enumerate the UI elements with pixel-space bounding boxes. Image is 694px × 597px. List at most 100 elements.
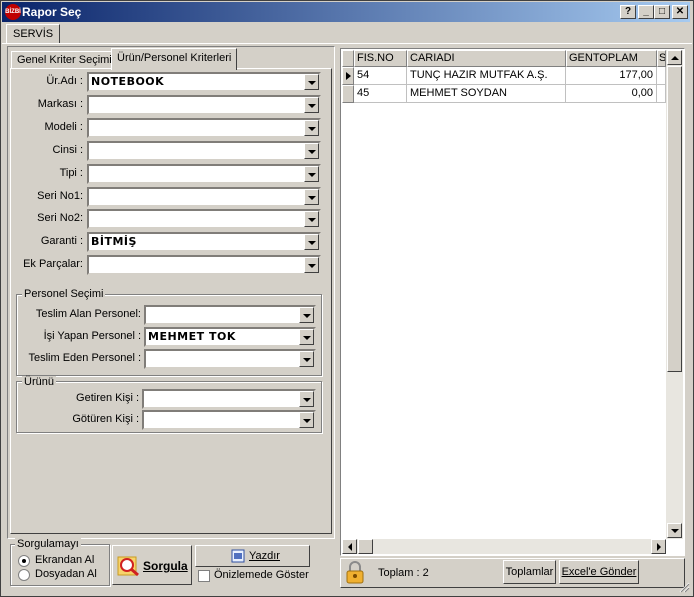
- close-button[interactable]: ✕: [672, 5, 688, 19]
- cell-s: [657, 85, 666, 103]
- col-header-fis-no[interactable]: FIS.NO: [354, 50, 407, 67]
- lock-icon: [346, 561, 364, 584]
- row-indicator[interactable]: [342, 67, 354, 85]
- filter-warranty-label: Garanti :: [40, 235, 83, 247]
- query-button-label: Sorgula: [143, 559, 188, 573]
- radio-from-file[interactable]: [18, 569, 30, 581]
- field-brought-by-combo[interactable]: [142, 389, 316, 409]
- filter-kind-label: Cinsi :: [52, 144, 83, 156]
- chevron-down-icon[interactable]: [304, 257, 319, 273]
- filter-extra-parts-combo[interactable]: [87, 255, 321, 275]
- totals-button[interactable]: Toplamlar: [503, 560, 556, 584]
- chevron-down-icon[interactable]: [304, 120, 319, 136]
- minimize-button[interactable]: _: [638, 5, 654, 19]
- chevron-down-icon[interactable]: [304, 166, 319, 182]
- scroll-right-button[interactable]: [651, 539, 666, 554]
- chevron-down-icon[interactable]: [299, 307, 314, 323]
- filter-serial-no1-label: Seri No1:: [37, 190, 83, 202]
- print-button[interactable]: Yazdır: [195, 545, 310, 567]
- filter-warranty-combo[interactable]: BİTMİŞ: [87, 232, 321, 252]
- cell-fis-no: 54: [354, 67, 407, 85]
- field-delivering-personnel-combo[interactable]: [144, 349, 316, 369]
- radio-from-file-label: Dosyadan Al: [35, 568, 97, 580]
- filter-model-label: Modeli :: [44, 121, 83, 133]
- chevron-down-icon[interactable]: [299, 351, 314, 367]
- cell-gen-toplam: 0,00: [566, 85, 657, 103]
- filter-type-label: Tipi :: [59, 167, 83, 179]
- export-excel-button[interactable]: Excel'e Gönder: [559, 560, 639, 584]
- chevron-down-icon[interactable]: [304, 211, 319, 227]
- cell-gen-toplam: 177,00: [566, 67, 657, 85]
- filter-model-combo[interactable]: [87, 118, 321, 138]
- tab-divider: [2, 43, 692, 44]
- cell-fis-no: 45: [354, 85, 407, 103]
- preview-checkbox[interactable]: [198, 570, 210, 582]
- chevron-down-icon[interactable]: [304, 143, 319, 159]
- resize-grip-icon[interactable]: [678, 581, 690, 593]
- cell-s: [657, 67, 666, 85]
- chevron-down-icon[interactable]: [299, 329, 314, 345]
- filter-product-name-value: NOTEBOOK: [91, 75, 165, 88]
- cell-cari-adi: TUNÇ HAZIR MUTFAK A.Ş.: [407, 67, 566, 85]
- chevron-down-icon[interactable]: [304, 74, 319, 90]
- preview-checkbox-label: Önizlemede Göster: [214, 569, 309, 581]
- filter-product-name-label: Ür.Adı :: [46, 75, 83, 87]
- window-title: Rapor Seç: [22, 5, 82, 19]
- tab-general-criteria[interactable]: Genel Kriter Seçimi: [11, 51, 118, 69]
- personnel-group-title: Personel Seçimi: [22, 288, 106, 300]
- total-count-label: Toplam : 2: [378, 567, 429, 579]
- radio-from-screen[interactable]: [18, 555, 30, 567]
- filter-brand-combo[interactable]: [87, 95, 321, 115]
- filter-serial-no1-combo[interactable]: [87, 187, 321, 207]
- current-row-arrow-icon: [346, 72, 351, 80]
- field-working-personnel-label: İşi Yapan Personel :: [43, 330, 141, 342]
- filter-type-combo[interactable]: [87, 164, 321, 184]
- print-button-label: Yazdır: [249, 550, 280, 562]
- query-source-title: Sorgulamayı: [15, 538, 81, 550]
- filter-warranty-value: BİTMİŞ: [91, 235, 137, 248]
- row-indicator[interactable]: [342, 85, 354, 103]
- filter-kind-combo[interactable]: [87, 141, 321, 161]
- scroll-up-button[interactable]: [667, 50, 682, 65]
- field-working-personnel-combo[interactable]: MEHMET TOK: [144, 327, 316, 347]
- scroll-down-button[interactable]: [667, 523, 682, 538]
- chevron-down-icon[interactable]: [299, 412, 314, 428]
- chevron-down-icon[interactable]: [304, 189, 319, 205]
- filter-serial-no2-combo[interactable]: [87, 209, 321, 229]
- maximize-button[interactable]: □: [654, 5, 670, 19]
- table-row[interactable]: 45 MEHMET SOYDAN 0,00: [354, 85, 666, 103]
- radio-from-screen-label: Ekrandan Al: [35, 554, 95, 566]
- table-row[interactable]: 54 TUNÇ HAZIR MUTFAK A.Ş. 177,00: [354, 67, 666, 85]
- field-delivering-personnel-label: Teslim Eden Personel :: [28, 352, 142, 364]
- chevron-down-icon[interactable]: [304, 234, 319, 250]
- app-logo-icon: BİZBİ: [5, 4, 21, 20]
- scroll-left-button[interactable]: [342, 539, 357, 554]
- col-header-gen-toplam[interactable]: GENTOPLAM: [566, 50, 657, 67]
- field-receiving-personnel-combo[interactable]: [144, 305, 316, 325]
- field-working-personnel-value: MEHMET TOK: [148, 330, 236, 343]
- tab-servis[interactable]: SERVİS: [6, 24, 61, 44]
- help-button[interactable]: ?: [620, 5, 636, 19]
- field-taken-by-label: Götüren Kişi :: [72, 413, 139, 425]
- grid-corner: [342, 50, 354, 67]
- title-bar[interactable]: BİZBİ Rapor Seç ? _ □ ✕: [2, 2, 690, 22]
- horizontal-scrollbar[interactable]: [342, 539, 666, 554]
- filter-extra-parts-label: Ek Parçalar:: [23, 258, 83, 270]
- field-brought-by-label: Getiren Kişi :: [76, 392, 139, 404]
- results-grid[interactable]: [340, 48, 685, 556]
- query-button[interactable]: Sorgula: [112, 545, 192, 585]
- totals-button-label: Toplamlar: [505, 566, 554, 578]
- chevron-down-icon[interactable]: [304, 97, 319, 113]
- chevron-down-icon[interactable]: [299, 391, 314, 407]
- filter-brand-label: Markası :: [37, 98, 83, 110]
- print-preview-icon: [231, 549, 245, 563]
- magnifier-icon: [117, 556, 139, 577]
- col-header-cari-adi[interactable]: CARIADI: [407, 50, 566, 67]
- scroll-thumb-vertical[interactable]: [667, 66, 682, 372]
- filter-product-name-combo[interactable]: NOTEBOOK: [87, 72, 321, 92]
- tab-product-personnel-criteria[interactable]: Ürün/Personel Kriterleri: [111, 48, 238, 70]
- field-taken-by-combo[interactable]: [142, 410, 316, 430]
- scroll-thumb-horizontal[interactable]: [358, 539, 373, 554]
- export-excel-button-label: Excel'e Gönder: [561, 566, 637, 578]
- col-header-s[interactable]: S: [657, 50, 666, 67]
